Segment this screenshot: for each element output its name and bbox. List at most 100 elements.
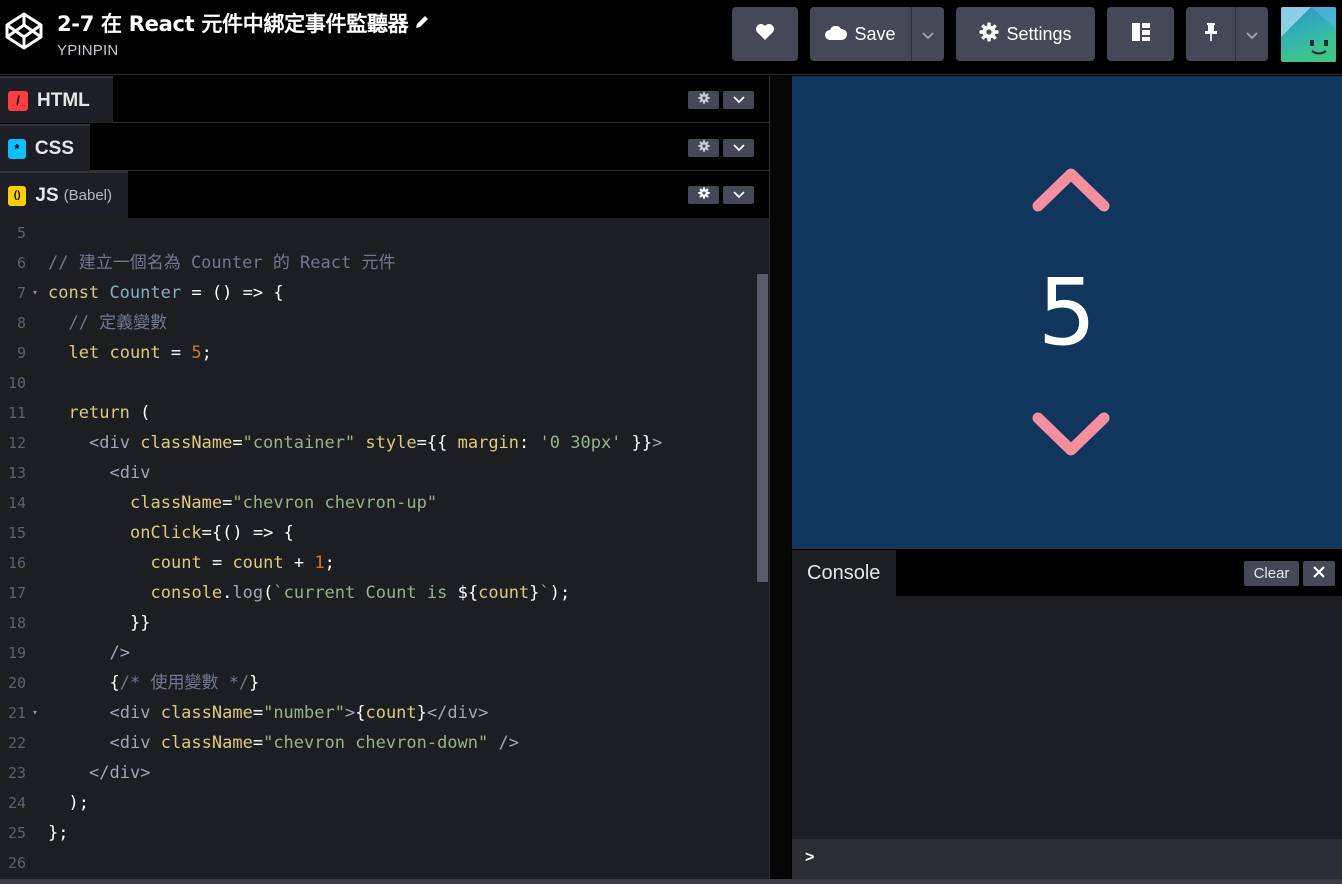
like-button[interactable]: [732, 7, 798, 61]
code-line[interactable]: onClick={() => {: [48, 518, 294, 548]
save-button-group: Save: [810, 7, 944, 61]
chevron-down-icon: [1246, 24, 1258, 45]
code-line[interactable]: // 定義變數: [48, 308, 167, 338]
js-badge-glyph: (): [13, 190, 21, 201]
console-panel: Console Clear >: [792, 548, 1342, 884]
code-line[interactable]: <div className="number">{count}</div>: [48, 698, 489, 728]
code-line[interactable]: let count = 5;: [48, 338, 212, 368]
gear-icon: [979, 22, 999, 47]
css-tab[interactable]: * CSS: [0, 124, 90, 171]
settings-button[interactable]: Settings: [956, 7, 1095, 61]
code-line[interactable]: }}: [48, 608, 151, 638]
js-collapse-button[interactable]: [723, 186, 754, 204]
line-number: 13: [7, 464, 26, 482]
html-settings-button[interactable]: [688, 91, 719, 109]
pen-title[interactable]: 2-7 在 React 元件中綁定事件監聽器: [57, 8, 430, 38]
css-panel-header: * CSS: [0, 124, 770, 171]
css-settings-button[interactable]: [688, 139, 719, 157]
code-line[interactable]: />: [48, 638, 130, 668]
change-view-button[interactable]: [1107, 7, 1174, 61]
gear-icon: [697, 139, 710, 157]
chevron-down-icon: [922, 24, 934, 45]
result-preview: 5: [792, 76, 1342, 548]
code-line[interactable]: <div className="container" style={{ marg…: [48, 428, 662, 458]
js-settings-button[interactable]: [688, 186, 719, 204]
code-line[interactable]: className="chevron chevron-up": [48, 488, 437, 518]
save-label: Save: [854, 23, 896, 44]
code-line[interactable]: const Counter = () => {: [48, 278, 284, 308]
code-line[interactable]: };: [48, 818, 69, 848]
line-number: 7: [16, 284, 26, 302]
code-line[interactable]: console.log(`current Count is ${count}`)…: [48, 578, 571, 608]
line-number: 20: [7, 674, 26, 692]
line-number: 10: [7, 374, 26, 392]
gear-icon: [697, 186, 710, 204]
html-panel-header: / HTML: [0, 76, 770, 123]
save-options-dropdown[interactable]: [912, 7, 944, 61]
edit-pencil-icon[interactable]: [414, 11, 430, 35]
code-line[interactable]: return (: [48, 398, 151, 428]
cloud-icon: [825, 24, 848, 45]
line-number: 8: [16, 314, 26, 332]
gear-icon: [697, 91, 710, 109]
pane-resize-handle[interactable]: [769, 76, 791, 884]
editor-scrollbar-thumb[interactable]: [757, 274, 768, 582]
line-number: 16: [7, 554, 26, 572]
fold-toggle-icon[interactable]: ▾: [33, 278, 43, 308]
js-panel-header: () JS (Babel): [0, 171, 770, 218]
codepen-logo-icon[interactable]: [4, 11, 44, 51]
html-tab-label: HTML: [37, 89, 90, 111]
heart-icon: [755, 23, 775, 46]
settings-label: Settings: [1006, 23, 1072, 44]
html-tab[interactable]: / HTML: [0, 76, 113, 123]
code-line[interactable]: <div: [48, 458, 151, 488]
code-line[interactable]: <div className="chevron chevron-down" />: [48, 728, 519, 758]
code-line[interactable]: // 建立一個名為 Counter 的 React 元件: [48, 248, 395, 278]
console-close-button[interactable]: [1303, 561, 1335, 586]
line-number: 5: [16, 224, 26, 242]
pin-icon: [1203, 22, 1219, 47]
console-prompt: >: [805, 849, 815, 866]
chevron-up-icon[interactable]: [1032, 166, 1110, 214]
console-clear-button[interactable]: Clear: [1244, 561, 1299, 586]
save-button[interactable]: Save: [810, 7, 911, 61]
pin-button[interactable]: [1186, 7, 1235, 61]
bottom-bar: [0, 879, 1342, 884]
line-number: 19: [7, 644, 26, 662]
chevron-down-icon: [732, 91, 745, 109]
js-badge-icon: (): [8, 185, 27, 206]
pin-options-dropdown[interactable]: [1236, 7, 1268, 61]
console-input[interactable]: >: [792, 839, 1342, 879]
js-tab[interactable]: () JS (Babel): [0, 171, 128, 218]
html-collapse-button[interactable]: [723, 91, 754, 109]
console-tab[interactable]: Console: [792, 550, 896, 597]
pen-title-block: 2-7 在 React 元件中綁定事件監聽器 YPINPIN: [57, 8, 430, 59]
user-avatar[interactable]: [1281, 7, 1336, 62]
line-number: 15: [7, 524, 26, 542]
fold-toggle-icon[interactable]: ▾: [33, 698, 43, 728]
chevron-down-icon[interactable]: [1032, 410, 1110, 458]
js-code-editor[interactable]: 5 6// 建立一個名為 Counter 的 React 元件 7 ▾ const Co…: [0, 218, 770, 884]
pen-title-text[interactable]: 2-7 在 React 元件中綁定事件監聽器: [57, 12, 409, 36]
counter-number: 5: [1037, 259, 1097, 366]
pen-author[interactable]: YPINPIN: [57, 42, 430, 59]
js-tab-sublabel: (Babel): [63, 187, 112, 204]
chevron-down-icon: [732, 139, 745, 157]
js-tab-label: JS: [35, 184, 59, 206]
code-line[interactable]: </div>: [48, 758, 150, 788]
code-line[interactable]: );: [48, 788, 90, 818]
css-collapse-button[interactable]: [723, 139, 754, 157]
code-line[interactable]: {/* 使用變數 */}: [48, 668, 260, 698]
line-number: 18: [7, 614, 26, 632]
app-header: 2-7 在 React 元件中綁定事件監聽器 YPINPIN Save Sett…: [0, 0, 1342, 75]
close-icon: [1313, 565, 1325, 583]
line-number: 24: [7, 794, 26, 812]
console-header: Console Clear: [792, 548, 1342, 597]
chevron-down-icon: [732, 186, 745, 204]
line-number: 14: [7, 494, 26, 512]
css-badge-glyph: *: [14, 141, 20, 156]
line-number: 23: [7, 764, 26, 782]
editor-column: / HTML * CSS () JS (Babel) 5 6 // 建立一個名為…: [0, 76, 770, 884]
css-tab-label: CSS: [34, 137, 74, 159]
code-line[interactable]: count = count + 1;: [48, 548, 335, 578]
